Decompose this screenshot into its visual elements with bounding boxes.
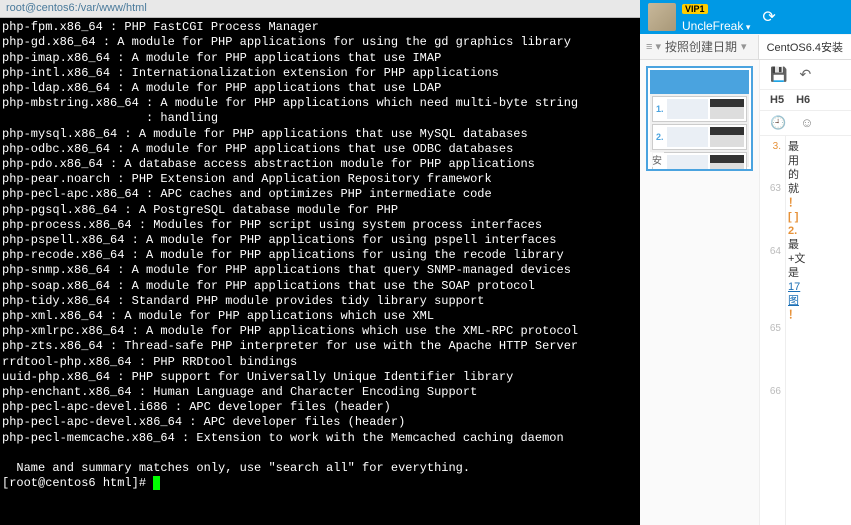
user-bar: VIP1 UncleFreak ⟳: [640, 0, 851, 34]
terminal-line: php-pecl-apc-devel.x86_64 : APC develope…: [2, 415, 405, 429]
terminal-line: Name and summary matches only, use "sear…: [2, 461, 470, 475]
terminal-line: php-process.x86_64 : Modules for PHP scr…: [2, 218, 542, 232]
terminal-line: php-odbc.x86_64 : A module for PHP appli…: [2, 142, 513, 156]
thumb-label: 安: [650, 152, 664, 167]
terminal-line: php-zts.x86_64 : Thread-safe PHP interpr…: [2, 339, 578, 353]
editor-line: 最: [788, 140, 849, 154]
save-icon[interactable]: 💾: [770, 66, 787, 83]
insert-bar: 🕘 ☺: [760, 111, 851, 136]
avatar[interactable]: [648, 3, 676, 31]
gutter-num: 3.: [760, 140, 781, 154]
terminal-line: php-pecl-apc-devel.i686 : APC developer …: [2, 400, 391, 414]
editor-line: ！: [788, 308, 849, 322]
terminal-line: php-soap.x86_64 : A module for PHP appli…: [2, 279, 535, 293]
editor-line: 用: [788, 154, 849, 168]
editor-line: [ ]: [788, 210, 849, 224]
terminal-output[interactable]: php-fpm.x86_64 : PHP FastCGI Process Man…: [0, 18, 640, 493]
clock-icon[interactable]: 🕘: [770, 115, 786, 131]
note-thumbnail[interactable]: 1. 2. 安: [646, 66, 753, 171]
terminal-line: php-xml.x86_64 : A module for PHP applic…: [2, 309, 434, 323]
undo-icon[interactable]: ↶: [799, 66, 811, 83]
terminal-line: php-pear.noarch : PHP Extension and Appl…: [2, 172, 492, 186]
terminal-line: : handling: [2, 111, 218, 125]
editor-line[interactable]: 图: [788, 294, 849, 308]
gutter-num: 66: [760, 378, 781, 406]
terminal-line: php-pspell.x86_64 : A module for PHP app…: [2, 233, 557, 247]
editor-toolbar: 💾 ↶: [760, 60, 851, 90]
editor-line: 就: [788, 182, 849, 196]
terminal-line: php-imap.x86_64 : A module for PHP appli…: [2, 51, 441, 65]
heading-h5-button[interactable]: H5: [770, 94, 784, 106]
chevron-down-icon: ▾: [741, 40, 747, 53]
editor-body: 3. 63 64 65 66 最 用 的 就 ！ [ ] 2. 最 +文 是: [760, 136, 851, 525]
terminal-line: uuid-php.x86_64 : PHP support for Univer…: [2, 370, 513, 384]
editor-line: 的: [788, 168, 849, 182]
heading-h6-button[interactable]: H6: [796, 94, 810, 106]
terminal-line: php-mbstring.x86_64 : A module for PHP a…: [2, 96, 578, 110]
editor-line: ！: [788, 196, 849, 210]
editor-line: 是: [788, 266, 849, 280]
terminal-line: php-pecl-apc.x86_64 : APC caches and opt…: [2, 187, 492, 201]
terminal-line: php-pecl-memcache.x86_64 : Extension to …: [2, 431, 564, 445]
terminal-line: php-gd.x86_64 : A module for PHP applica…: [2, 35, 571, 49]
user-meta: VIP1 UncleFreak: [682, 0, 750, 35]
terminal-line: php-intl.x86_64 : Internationalization e…: [2, 66, 499, 80]
document-tab[interactable]: CentOS6.4安装: [758, 35, 851, 59]
notes-app-pane: VIP1 UncleFreak ⟳ ≡ ▾ 按照创建日期 ▾ CentOS6.4…: [640, 0, 851, 525]
terminal-line: php-snmp.x86_64 : A module for PHP appli…: [2, 263, 571, 277]
terminal-line: php-ldap.x86_64 : A module for PHP appli…: [2, 81, 441, 95]
terminal-line: php-pgsql.x86_64 : A PostgreSQL database…: [2, 203, 398, 217]
thumbnail-column: 1. 2. 安: [640, 60, 760, 525]
terminal-line: php-mysql.x86_64 : A module for PHP appl…: [2, 127, 528, 141]
terminal-line: php-xmlrpc.x86_64 : A module for PHP app…: [2, 324, 578, 338]
terminal-window[interactable]: root@centos6:/var/www/html php-fpm.x86_6…: [0, 0, 640, 525]
gutter-num: 63: [760, 154, 781, 224]
editor-line: 2.: [788, 224, 849, 238]
terminal-prompt[interactable]: [root@centos6 html]#: [2, 476, 153, 490]
vip-badge: VIP1: [682, 4, 708, 14]
gutter-num: 64: [760, 224, 781, 280]
terminal-line: php-fpm.x86_64 : PHP FastCGI Process Man…: [2, 20, 319, 34]
terminal-line: rrdtool-php.x86_64 : PHP RRDtool binding…: [2, 355, 297, 369]
username-dropdown[interactable]: UncleFreak: [682, 19, 750, 33]
sort-label: 按照创建日期: [665, 38, 737, 55]
terminal-line: php-enchant.x86_64 : Human Language and …: [2, 385, 477, 399]
line-gutter: 3. 63 64 65 66: [760, 136, 786, 525]
terminal-title: root@centos6:/var/www/html: [0, 0, 640, 18]
terminal-line: php-tidy.x86_64 : Standard PHP module pr…: [2, 294, 484, 308]
editor-line[interactable]: 17: [788, 280, 849, 294]
content-row: 1. 2. 安 💾 ↶ H5 H6 🕘 ☺ 3.: [640, 60, 851, 525]
cursor-icon: [153, 476, 160, 490]
emoji-icon[interactable]: ☺: [800, 115, 813, 131]
editor-line: +文: [788, 252, 849, 266]
editor-line: 最: [788, 238, 849, 252]
editor-content[interactable]: 最 用 的 就 ！ [ ] 2. 最 +文 是 17 图 ！: [786, 136, 851, 525]
terminal-line: php-pdo.x86_64 : A database access abstr…: [2, 157, 535, 171]
gutter-num: 65: [760, 280, 781, 378]
format-bar: H5 H6: [760, 90, 851, 111]
sort-dropdown[interactable]: ≡ ▾ 按照创建日期 ▾: [640, 38, 758, 55]
list-icon: ≡ ▾: [646, 40, 661, 53]
tab-bar: ≡ ▾ 按照创建日期 ▾ CentOS6.4安装: [640, 34, 851, 60]
terminal-line: php-recode.x86_64 : A module for PHP app…: [2, 248, 564, 262]
sync-icon[interactable]: ⟳: [762, 7, 775, 27]
editor-column: 💾 ↶ H5 H6 🕘 ☺ 3. 63 64 65 66: [760, 60, 851, 525]
